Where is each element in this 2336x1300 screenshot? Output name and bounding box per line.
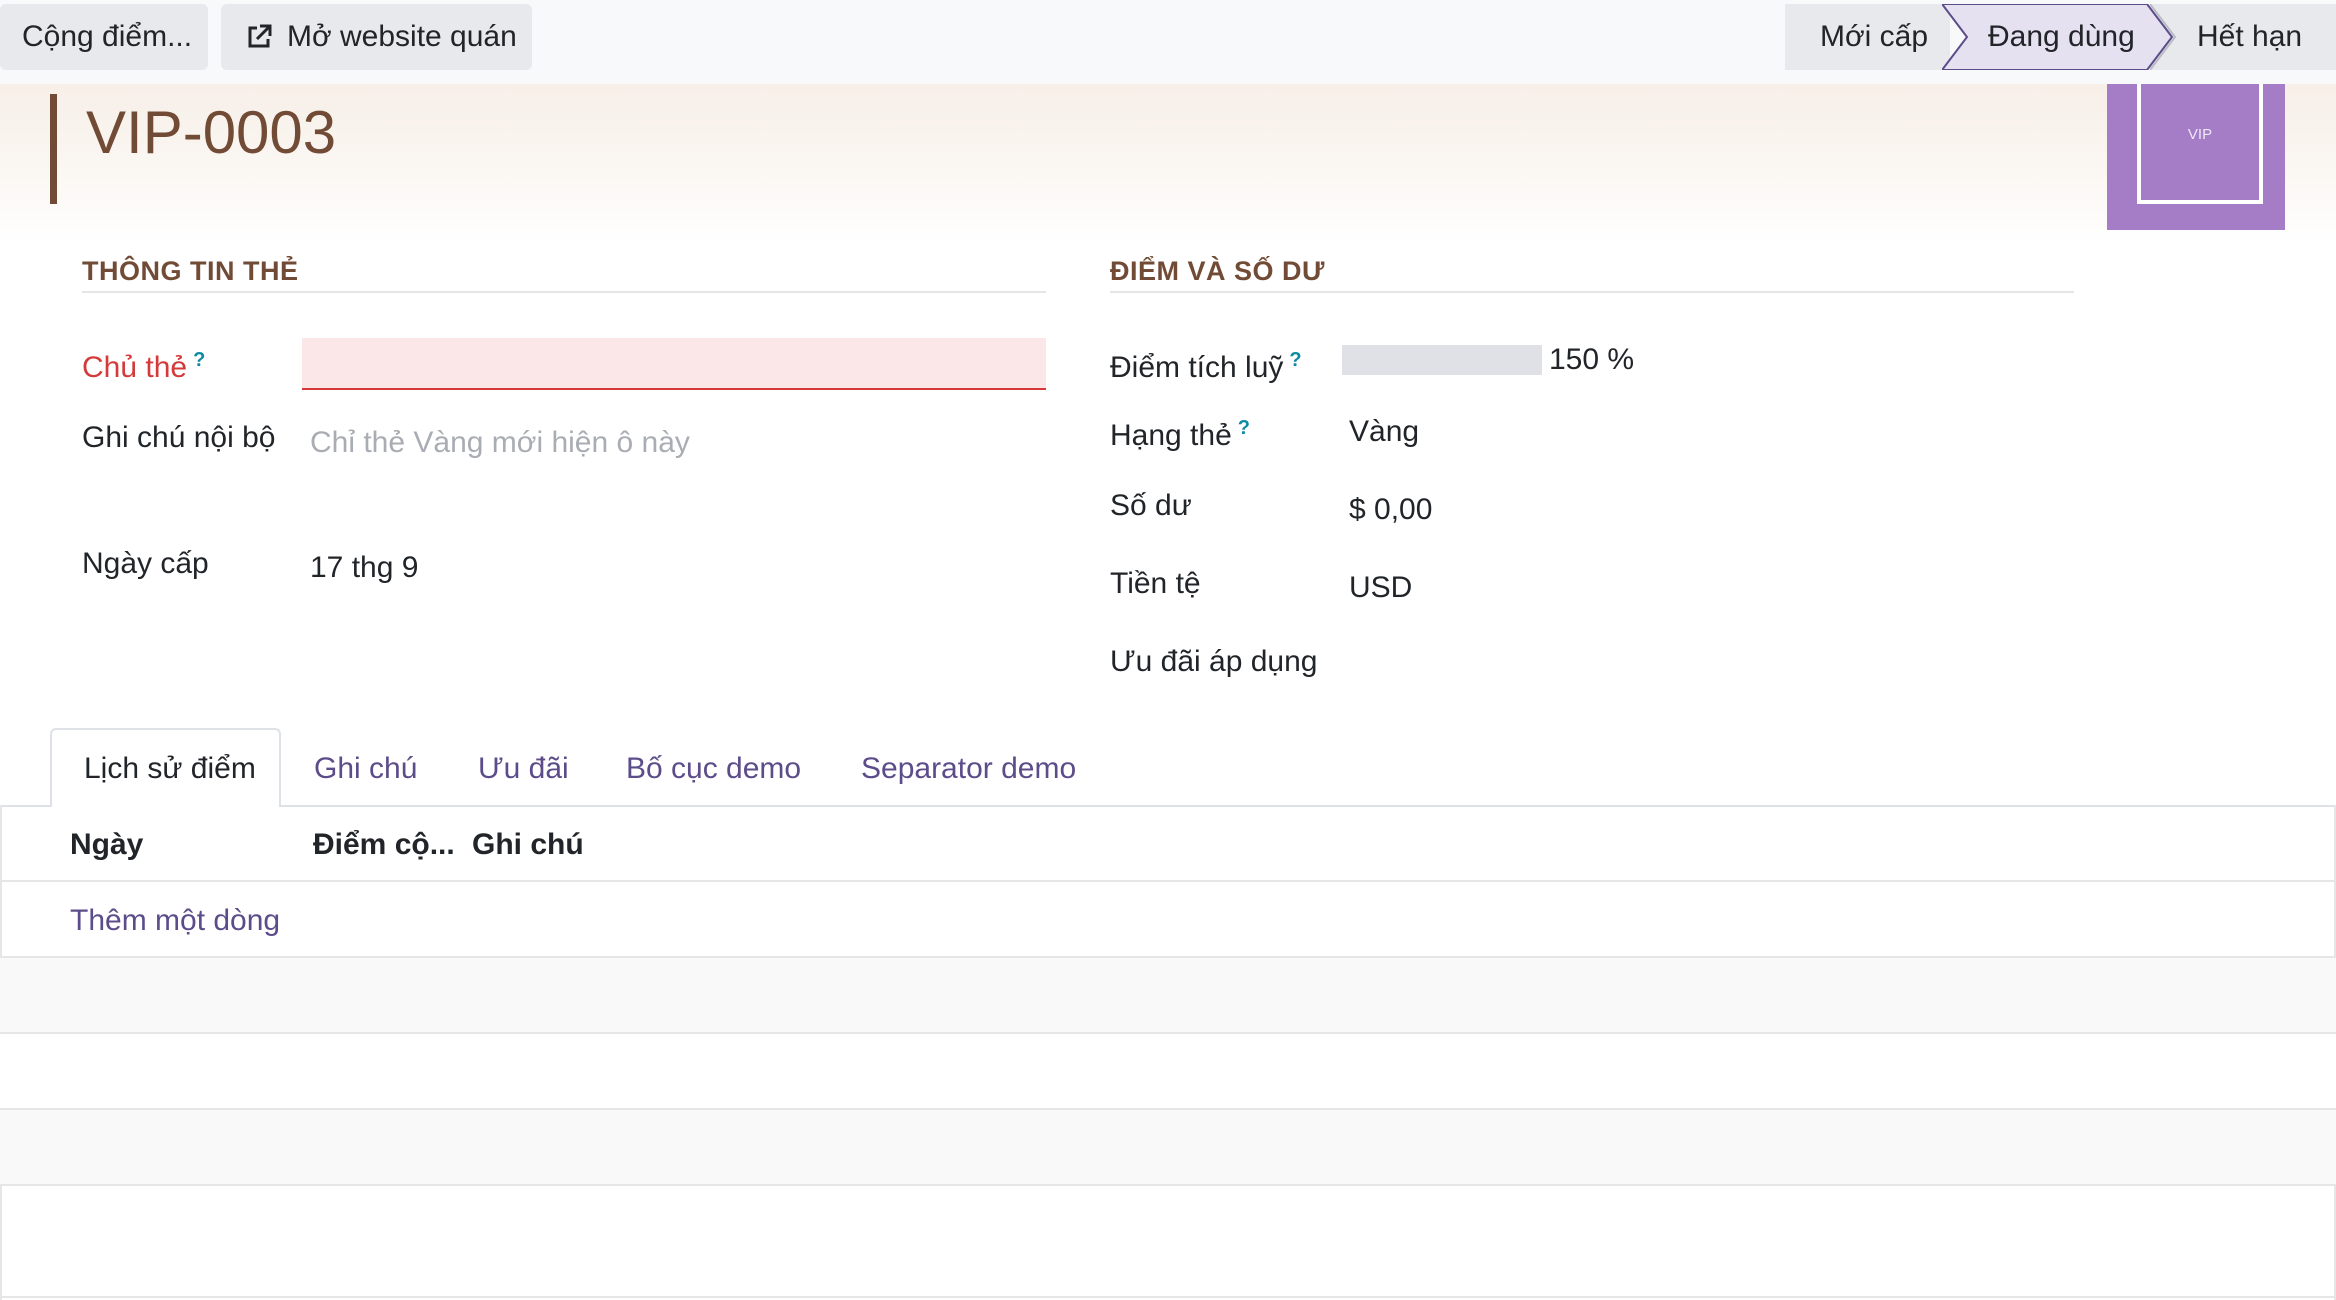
title-accent-bar [50,94,57,204]
points-progress-bar [1342,345,1542,375]
status-stage-active-label: Đang dùng [1988,20,2135,53]
tab-layout-demo[interactable]: Bố cục demo [626,749,801,789]
column-header-points[interactable]: Điểm cộ... [313,825,455,865]
table-row-divider [0,1184,2336,1186]
add-line-link[interactable]: Thêm một dòng [70,901,280,941]
section-points-title: ĐIỂM VÀ SỐ DƯ [1110,256,1325,286]
tabs-divider [0,805,2336,807]
tier-help-icon[interactable]: ? [1238,417,1250,439]
table-empty-row [0,1110,2336,1184]
tier-value[interactable]: Vàng [1349,412,1419,452]
holder-input[interactable] [302,338,1046,390]
holder-label-text: Chủ thẻ [82,351,188,384]
internal-note-input[interactable]: Chỉ thẻ Vàng mới hiện ô này [310,423,690,463]
tier-label-text: Hạng thẻ [1110,419,1232,452]
column-header-date[interactable]: Ngày [70,825,143,865]
section-card-info-divider [82,291,1046,293]
holder-help-icon[interactable]: ? [193,349,205,371]
open-website-button[interactable]: Mở website quán [221,4,532,70]
status-stage-new-label: Mới cấp [1820,20,1929,53]
holder-label: Chủ thẻ? [82,340,205,388]
offers-label: Ưu đãi áp dụng [1110,645,1318,678]
balance-label: Số dư [1110,489,1192,522]
record-title: VIP-0003 [86,99,337,166]
table-empty-row [0,1034,2336,1108]
section-card-info-title: THÔNG TIN THẺ [82,256,299,286]
points-percent: 150 % [1549,343,1635,376]
issue-date-value[interactable]: 17 thg 9 [310,548,418,588]
add-points-label: Cộng điểm... [22,20,193,53]
column-header-note[interactable]: Ghi chú [472,825,584,865]
issue-date-label: Ngày cấp [82,547,209,580]
status-stage-active[interactable]: Đang dùng [1942,4,2174,70]
table-header-divider [0,880,2336,882]
status-stage-new[interactable]: Mới cấp [1785,4,1950,70]
currency-value[interactable]: USD [1349,568,1412,608]
form-header [0,84,2336,244]
open-website-label: Mở website quán [287,20,517,53]
table-bottom-border [0,1296,2336,1298]
status-stage-expired[interactable]: Hết hạn [2150,4,2336,70]
section-points-divider [1110,291,2074,293]
points-label-text: Điểm tích luỹ [1110,351,1284,384]
tier-label: Hạng thẻ? [1110,408,1250,456]
points-help-icon[interactable]: ? [1289,349,1301,371]
status-stage-expired-label: Hết hạn [2197,20,2303,53]
currency-label: Tiền tệ [1110,567,1201,600]
record-image-text: VIP [2187,126,2213,143]
points-label: Điểm tích luỹ? [1110,340,1302,388]
balance-value: $ 0,00 [1349,493,1433,526]
table-empty-row [0,958,2336,1032]
record-image[interactable]: VIP [2107,84,2285,230]
external-link-icon [248,24,272,48]
record-image-frame: VIP [2137,84,2263,204]
tab-separator-demo[interactable]: Separator demo [861,749,1076,789]
internal-note-label: Ghi chú nội bộ [82,421,276,454]
tab-offers[interactable]: Ưu đãi [478,749,569,789]
add-points-button[interactable]: Cộng điểm... [0,4,208,70]
tab-points-history[interactable]: Lịch sử điểm [84,749,256,789]
tab-notes[interactable]: Ghi chú [314,749,417,789]
